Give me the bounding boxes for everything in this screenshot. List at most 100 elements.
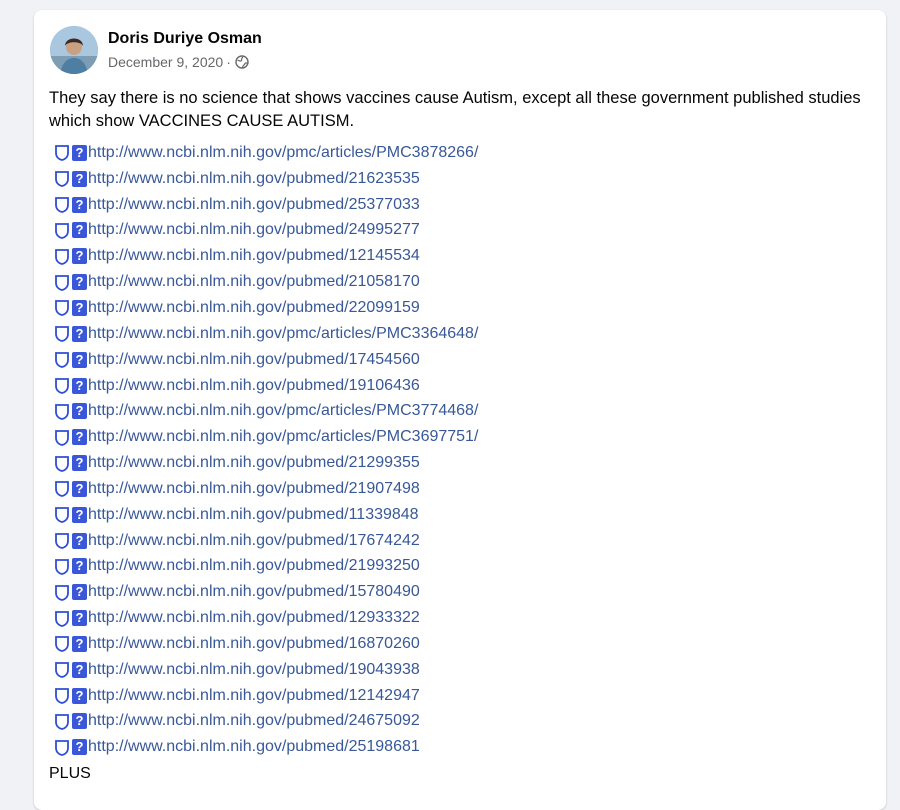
pubmed-link[interactable]: http://www.ncbi.nlm.nih.gov/pubmed/12933… — [88, 609, 420, 627]
list-item: ? http://www.ncbi.nlm.nih.gov/pubmed/1214… — [54, 243, 478, 269]
post-text-continued: PLUS — [49, 765, 91, 782]
shield-icon — [54, 170, 70, 188]
shield-icon — [54, 713, 70, 730]
pubmed-link[interactable]: http://www.ncbi.nlm.nih.gov/pubmed/19106… — [88, 377, 420, 395]
list-item: ? http://www.ncbi.nlm.nih.gov/pubmed/2190… — [54, 476, 478, 502]
pubmed-link[interactable]: http://www.ncbi.nlm.nih.gov/pubmed/15780… — [88, 583, 420, 601]
question-mark-icon: ? — [72, 713, 87, 730]
list-item: ? http://www.ncbi.nlm.nih.gov/pubmed/1745… — [54, 347, 478, 373]
shield-icon — [54, 584, 70, 601]
pubmed-link[interactable]: http://www.ncbi.nlm.nih.gov/pubmed/11339… — [88, 506, 419, 524]
pubmed-link[interactable]: http://www.ncbi.nlm.nih.gov/pmc/articles… — [88, 144, 478, 162]
list-item: ? http://www.ncbi.nlm.nih.gov/pubmed/1904… — [54, 657, 478, 683]
pubmed-link[interactable]: http://www.ncbi.nlm.nih.gov/pmc/articles… — [88, 325, 478, 343]
shield-icon — [54, 739, 70, 756]
question-mark-icon: ? — [72, 170, 87, 187]
shield-icon — [54, 351, 70, 369]
list-item: ? http://www.ncbi.nlm.nih.gov/pubmed/2519… — [54, 734, 478, 760]
question-mark-icon: ? — [72, 377, 87, 394]
pubmed-link[interactable]: http://www.ncbi.nlm.nih.gov/pubmed/22099… — [88, 299, 420, 317]
shield-icon — [54, 403, 70, 420]
pubmed-link[interactable]: http://www.ncbi.nlm.nih.gov/pubmed/25198… — [88, 738, 420, 756]
list-item: ? http://www.ncbi.nlm.nih.gov/pubmed/1133… — [54, 502, 478, 528]
profile-photo — [50, 26, 98, 74]
pubmed-link[interactable]: http://www.ncbi.nlm.nih.gov/pubmed/24995… — [88, 221, 420, 239]
question-mark-icon: ? — [72, 506, 87, 523]
pubmed-link[interactable]: http://www.ncbi.nlm.nih.gov/pmc/articles… — [88, 402, 478, 420]
list-item: ? http://www.ncbi.nlm.nih.gov/pubmed/2467… — [54, 709, 478, 735]
pubmed-link[interactable]: http://www.ncbi.nlm.nih.gov/pubmed/21907… — [88, 480, 420, 498]
question-mark-icon: ? — [72, 351, 87, 368]
list-item: ? http://www.ncbi.nlm.nih.gov/pubmed/1578… — [54, 579, 478, 605]
shield-icon — [54, 661, 70, 679]
question-mark-icon: ? — [72, 739, 87, 756]
list-item: ? http://www.ncbi.nlm.nih.gov/pubmed/2499… — [54, 218, 478, 244]
shield-icon — [54, 480, 70, 498]
list-item: ? http://www.ncbi.nlm.nih.gov/pmc/article… — [54, 321, 478, 347]
shield-icon — [54, 455, 70, 472]
shield-icon — [54, 144, 70, 162]
shield-icon — [54, 532, 70, 549]
pubmed-link[interactable]: http://www.ncbi.nlm.nih.gov/pubmed/21993… — [88, 557, 420, 575]
avatar[interactable] — [50, 26, 98, 74]
shield-icon — [54, 558, 70, 575]
question-mark-icon: ? — [72, 661, 87, 678]
globe-icon[interactable] — [235, 55, 249, 69]
question-mark-icon: ? — [72, 584, 87, 601]
list-item: ? http://www.ncbi.nlm.nih.gov/pubmed/2199… — [54, 554, 478, 580]
pubmed-link[interactable]: http://www.ncbi.nlm.nih.gov/pubmed/16870… — [88, 635, 420, 653]
post-meta: December 9, 2020 · — [108, 54, 249, 70]
question-mark-icon: ? — [72, 480, 87, 497]
question-mark-icon: ? — [72, 455, 87, 472]
list-item: ? http://www.ncbi.nlm.nih.gov/pubmed/2105… — [54, 269, 478, 295]
question-mark-icon: ? — [72, 429, 87, 446]
pubmed-link[interactable]: http://www.ncbi.nlm.nih.gov/pubmed/12145… — [88, 247, 420, 265]
list-item: ? http://www.ncbi.nlm.nih.gov/pubmed/1214… — [54, 683, 478, 709]
pubmed-link[interactable]: http://www.ncbi.nlm.nih.gov/pubmed/25377… — [88, 196, 420, 214]
shield-icon — [54, 325, 70, 343]
post-text: They say there is no science that shows … — [49, 89, 861, 130]
shield-icon — [54, 274, 70, 291]
question-mark-icon: ? — [72, 274, 87, 291]
shield-icon — [54, 248, 70, 265]
link-list: ? http://www.ncbi.nlm.nih.gov/pmc/article… — [54, 140, 478, 760]
list-item: ? http://www.ncbi.nlm.nih.gov/pubmed/1767… — [54, 528, 478, 554]
list-item: ? http://www.ncbi.nlm.nih.gov/pubmed/1687… — [54, 631, 478, 657]
question-mark-icon: ? — [72, 610, 87, 627]
shield-icon — [54, 506, 70, 524]
question-mark-icon: ? — [72, 635, 87, 652]
question-mark-icon: ? — [72, 532, 87, 549]
post-card: Doris Duriye Osman December 9, 2020 · Th… — [34, 10, 886, 810]
question-mark-icon: ? — [72, 558, 87, 575]
shield-icon — [54, 610, 70, 627]
pubmed-link[interactable]: http://www.ncbi.nlm.nih.gov/pubmed/19043… — [88, 661, 420, 679]
shield-icon — [54, 635, 70, 653]
list-item: ? http://www.ncbi.nlm.nih.gov/pmc/article… — [54, 398, 478, 424]
list-item: ? http://www.ncbi.nlm.nih.gov/pmc/article… — [54, 424, 478, 450]
shield-icon — [54, 222, 70, 239]
list-item: ? http://www.ncbi.nlm.nih.gov/pubmed/2209… — [54, 295, 478, 321]
question-mark-icon: ? — [72, 325, 87, 342]
list-item: ? http://www.ncbi.nlm.nih.gov/pubmed/1910… — [54, 373, 478, 399]
question-mark-icon: ? — [72, 687, 87, 704]
pubmed-link[interactable]: http://www.ncbi.nlm.nih.gov/pubmed/17454… — [88, 351, 420, 369]
question-mark-icon: ? — [72, 196, 87, 213]
list-item: ? http://www.ncbi.nlm.nih.gov/pmc/article… — [54, 140, 478, 166]
shield-icon — [54, 299, 70, 317]
pubmed-link[interactable]: http://www.ncbi.nlm.nih.gov/pubmed/12142… — [88, 687, 420, 705]
question-mark-icon: ? — [72, 144, 87, 161]
pubmed-link[interactable]: http://www.ncbi.nlm.nih.gov/pmc/articles… — [88, 428, 478, 446]
pubmed-link[interactable]: http://www.ncbi.nlm.nih.gov/pubmed/21058… — [88, 273, 420, 291]
pubmed-link[interactable]: http://www.ncbi.nlm.nih.gov/pubmed/17674… — [88, 532, 420, 550]
shield-icon — [54, 196, 70, 214]
pubmed-link[interactable]: http://www.ncbi.nlm.nih.gov/pubmed/21299… — [88, 454, 420, 472]
list-item: ? http://www.ncbi.nlm.nih.gov/pubmed/2129… — [54, 450, 478, 476]
list-item: ? http://www.ncbi.nlm.nih.gov/pubmed/1293… — [54, 605, 478, 631]
pubmed-link[interactable]: http://www.ncbi.nlm.nih.gov/pubmed/21623… — [88, 170, 420, 188]
author-name[interactable]: Doris Duriye Osman — [108, 30, 262, 48]
list-item: ? http://www.ncbi.nlm.nih.gov/pubmed/2162… — [54, 166, 478, 192]
post-date[interactable]: December 9, 2020 — [108, 54, 223, 70]
pubmed-link[interactable]: http://www.ncbi.nlm.nih.gov/pubmed/24675… — [88, 712, 420, 730]
question-mark-icon: ? — [72, 299, 87, 316]
question-mark-icon: ? — [72, 248, 87, 265]
